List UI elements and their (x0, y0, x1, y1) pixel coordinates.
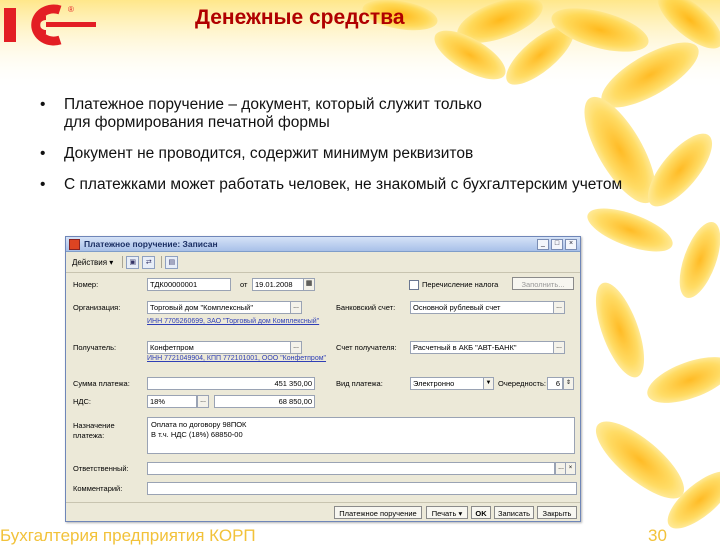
number-field[interactable]: ТДК00000001 (147, 278, 231, 291)
document-print-icon[interactable]: ▤ (165, 255, 179, 269)
date-from-label: от (240, 280, 248, 289)
actions-label: Действия (72, 257, 108, 267)
chevron-down-icon: ▾ (458, 509, 463, 518)
document-icon (69, 238, 80, 250)
amount-label: Сумма платежа: (73, 379, 130, 388)
payment-order-window: Платежное поручение: Записан _ □ × Дейст… (65, 236, 581, 522)
comment-field[interactable] (147, 482, 577, 495)
amount-field[interactable]: 451 350,00 (147, 377, 315, 390)
priority-field[interactable]: 6 (547, 377, 563, 390)
minimize-icon[interactable]: _ (537, 238, 549, 250)
bullet-text: С платежками может работать человек, не … (64, 176, 623, 193)
calendar-icon[interactable]: ▦ (303, 278, 315, 291)
org-inn-link[interactable]: ИНН 7705260699, ЗАО "Торговый дом Компле… (147, 318, 319, 325)
bullet-text: Документ не проводится, содержит минимум… (64, 145, 474, 162)
purpose-line: Оплата по договору 98ПОК (151, 420, 247, 429)
ok-button[interactable]: OK (471, 506, 491, 519)
print-button[interactable]: Печать ▾ (426, 506, 468, 519)
recipient-select-button[interactable]: ... (290, 341, 302, 354)
recipient-label: Получатель: (73, 343, 117, 352)
bullet-list: • Платежное поручение – документ, который… (38, 96, 698, 207)
tax-transfer-label: Перечисление налога (422, 280, 499, 289)
window-toolbar: Действия ▾ ▣ ⇄ ▤ (66, 252, 580, 273)
close-icon[interactable]: × (565, 238, 577, 250)
bullet-item: • Документ не проводится, содержит миниму… (38, 145, 698, 163)
purpose-label: Назначение (73, 421, 115, 430)
recipient-inn-link[interactable]: ИНН 7721049904, КПП 772101001, ООО "Конф… (147, 355, 326, 362)
date-field[interactable]: 19.01.2008 (252, 278, 306, 291)
save-button[interactable]: Записать (494, 506, 534, 519)
bottom-button-bar: Платежное поручение Печать ▾ OK Записать… (66, 502, 580, 521)
purpose-line: В т.ч. НДС (18%) 68850-00 (151, 430, 243, 439)
vat-amount-field[interactable]: 68 850,00 (214, 395, 315, 408)
number-label: Номер: (73, 280, 99, 289)
payment-type-dropdown-icon[interactable]: ▼ (483, 377, 494, 390)
maximize-icon[interactable]: □ (551, 238, 563, 250)
print-label: Печать (431, 509, 457, 518)
bank-account-select-button[interactable]: ... (553, 301, 565, 314)
vat-rate-field[interactable]: 18% (147, 395, 197, 408)
bank-account-label: Банковский счет: (336, 303, 396, 312)
window-titlebar: Платежное поручение: Записан _ □ × (66, 237, 580, 252)
window-title: Платежное поручение: Записан (84, 239, 218, 249)
save-icon[interactable]: ▣ (126, 255, 140, 269)
tax-transfer-checkbox[interactable] (409, 280, 419, 290)
organization-label: Организация: (73, 303, 121, 312)
recipient-account-field[interactable]: Расчетный в АКБ "АВТ-БАНК" (410, 341, 554, 354)
bullet-item: • Платежное поручение – документ, который… (38, 96, 698, 132)
bullet-glyph: • (40, 145, 46, 162)
bullet-glyph: • (40, 96, 46, 113)
comment-label: Комментарий: (73, 484, 123, 493)
responsible-label: Ответственный: (73, 464, 129, 473)
recipient-field[interactable]: Конфетпром (147, 341, 291, 354)
slide-title: Денежные средства (195, 6, 405, 29)
responsible-field[interactable] (147, 462, 555, 475)
actions-menu-button[interactable]: Действия ▾ (69, 256, 116, 269)
purpose-label-line2: платежа: (73, 431, 105, 440)
org-select-button[interactable]: ... (290, 301, 302, 314)
post-and-close-icon[interactable]: ⇄ (142, 255, 156, 269)
bullet-text: Платежное поручение – документ, который … (64, 96, 482, 131)
purpose-textarea[interactable]: Оплата по договору 98ПОК В т.ч. НДС (18%… (147, 417, 575, 454)
responsible-clear-icon[interactable]: × (565, 462, 576, 475)
footer-text: Бухгалтерия предприятия КОРП (0, 526, 256, 545)
priority-spin-icon[interactable]: ⇕ (563, 377, 574, 390)
recipient-account-label: Счет получателя: (336, 343, 397, 352)
toolbar-divider (161, 256, 163, 268)
recipient-account-select-button[interactable]: ... (553, 341, 565, 354)
toolbar-divider (122, 256, 124, 268)
svg-text:®: ® (68, 5, 74, 14)
bank-account-field[interactable]: Основной рублевый счет (410, 301, 554, 314)
bullet-item: • С платежками может работать человек, не… (38, 176, 698, 194)
priority-label: Очередность: (498, 379, 546, 388)
1c-logo: ® (4, 4, 96, 46)
payment-type-field[interactable]: Электронно (410, 377, 484, 390)
chevron-down-icon: ▾ (109, 257, 114, 267)
payment-type-label: Вид платежа: (336, 379, 383, 388)
fill-button[interactable]: Заполнить... (512, 277, 574, 290)
vat-rate-select-button[interactable]: ... (197, 395, 209, 408)
page-number: 30 (648, 526, 667, 545)
organization-field[interactable]: Торговый дом "Комплексный" (147, 301, 291, 314)
bullet-glyph: • (40, 176, 46, 193)
vat-label: НДС: (73, 397, 91, 406)
close-button[interactable]: Закрыть (537, 506, 577, 519)
print-form-button[interactable]: Платежное поручение (334, 506, 422, 519)
